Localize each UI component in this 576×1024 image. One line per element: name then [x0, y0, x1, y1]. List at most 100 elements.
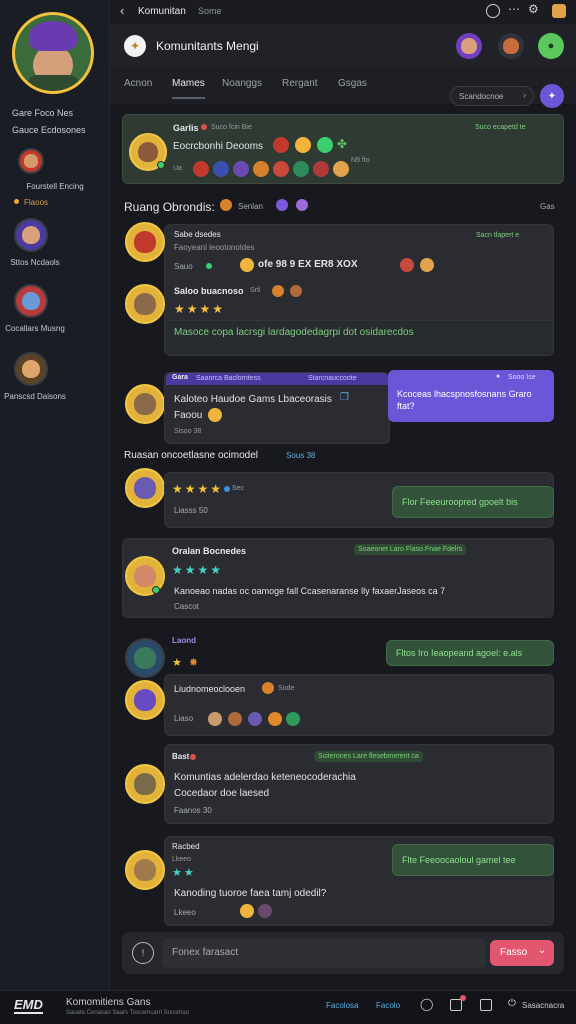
footer-right[interactable]: Sasacnacra — [522, 1001, 564, 1010]
tab-gsgas[interactable]: Gsgas — [338, 78, 367, 89]
bookmark-icon[interactable] — [480, 999, 492, 1011]
reaction-icon[interactable] — [213, 161, 229, 177]
sidebar-avatar-4[interactable] — [14, 352, 48, 386]
message-sub: Faoou — [174, 410, 203, 421]
clock-icon: ● — [496, 373, 501, 380]
send-button-label: Fasso — [500, 947, 528, 958]
reaction-icon[interactable] — [228, 712, 242, 726]
page-title: Komunitants Mengi — [156, 39, 259, 53]
sidebar-avatar-1[interactable] — [18, 148, 44, 174]
profile-avatar[interactable] — [12, 12, 94, 94]
send-button[interactable]: Fasso ⌄ — [490, 940, 554, 966]
sidebar-avatar-2[interactable] — [14, 218, 48, 252]
reaction-icon[interactable] — [233, 161, 249, 177]
header-avatar-2[interactable] — [498, 33, 524, 59]
message-tag: Soaeonet Laro Flaso Fnae Fdelrs — [354, 544, 467, 555]
reaction-icon[interactable] — [317, 137, 333, 153]
sidebar-tag-icon — [14, 199, 19, 204]
chevron-down-icon: ⌄ — [538, 945, 547, 956]
search-filter-button[interactable]: ✦ — [540, 84, 564, 108]
message-bubble-green[interactable]: Fltos Iro Ieaopeand agoel: e.als — [386, 640, 554, 666]
message-text: Komuntias adelerdao keteneocoderachia — [174, 772, 356, 783]
sidebar-item-label[interactable]: Cocallars Musng — [0, 324, 90, 333]
message-author: Laond — [172, 636, 196, 645]
sidebar-item-label[interactable]: Sttos Ncdaols — [0, 258, 90, 267]
reaction-icon[interactable] — [248, 712, 262, 726]
avatar — [125, 222, 165, 262]
message-meta: Lkeeo — [172, 856, 192, 863]
copy-icon[interactable]: ❐ — [340, 392, 349, 403]
header-avatar-1[interactable] — [456, 33, 482, 59]
footer-link[interactable]: Facolo — [376, 1001, 400, 1010]
sidebar-item-label[interactable]: Fourstell Encing — [0, 182, 110, 191]
section-icon — [276, 199, 288, 211]
topbar-subtitle: Some — [198, 6, 222, 16]
message-text: Kanoding tuoroe faea tamj odedil? — [174, 888, 327, 899]
tab-acnon[interactable]: Acnon — [124, 78, 152, 89]
reaction-icon[interactable] — [240, 258, 254, 272]
message-input[interactable]: Fonex farasact — [162, 938, 486, 968]
message-bubble-purple[interactable]: Sooo Ise ● Kcoceas lhacspnosfosnans Grar… — [388, 370, 554, 422]
message-sub: Cascot — [174, 602, 199, 611]
tab-rergant[interactable]: Rergant — [282, 78, 318, 89]
sidebar-item-label[interactable]: Flaoos — [24, 198, 48, 207]
reaction-icon[interactable] — [273, 161, 289, 177]
avatar — [125, 764, 165, 804]
message-bubble-green[interactable]: Flor Feeeuroopred gpoelt bis — [392, 486, 554, 518]
reaction-icon[interactable] — [208, 712, 222, 726]
reaction-icon[interactable] — [290, 285, 302, 297]
reaction-icon[interactable] — [193, 161, 209, 177]
reaction-icon[interactable] — [208, 408, 222, 422]
message-sub: Faanos 30 — [174, 806, 212, 815]
reaction-icon[interactable] — [286, 712, 300, 726]
search-input[interactable]: Scandocnoe — [459, 92, 503, 101]
tab-bar: Acnon Mames Noanggs Rergant Gsgas Scando… — [110, 68, 576, 108]
notification-badge — [460, 995, 466, 1001]
calendar-icon[interactable] — [450, 999, 462, 1011]
compass-icon[interactable] — [486, 4, 500, 18]
reaction-icon[interactable] — [272, 285, 284, 297]
message-author: Bast — [172, 752, 190, 761]
reaction-icon[interactable] — [268, 712, 282, 726]
pinned-message-card[interactable]: Garlis Suco fcin Bie Suco ecapetd te Eoc… — [122, 114, 564, 184]
power-icon[interactable]: ⏻ — [508, 998, 516, 1009]
reaction-icon[interactable] — [333, 161, 349, 177]
status-dot-icon — [190, 754, 196, 760]
header-action-icon[interactable]: ● — [538, 33, 564, 59]
reaction-icon[interactable] — [293, 161, 309, 177]
message-author: Racbed — [172, 842, 200, 851]
trophy-icon[interactable] — [552, 4, 566, 18]
reaction-icon[interactable] — [420, 258, 434, 272]
reaction-icon[interactable] — [253, 161, 269, 177]
section-title: Ruang Obrondis: — [124, 200, 215, 214]
reaction-icon[interactable] — [258, 904, 272, 918]
reaction-icon[interactable] — [313, 161, 329, 177]
reaction-icon[interactable] — [240, 904, 254, 918]
message-bubble-green[interactable]: Flte Feeoocaoloul gamel tee — [392, 844, 554, 876]
footer-link[interactable]: Facolosa — [326, 1001, 358, 1010]
tab-mames[interactable]: Mames — [172, 78, 205, 99]
reaction-icon[interactable] — [295, 137, 311, 153]
reaction-icon[interactable] — [400, 258, 414, 272]
emoji-icon[interactable]: ! — [132, 942, 154, 964]
status-dot-icon — [206, 263, 212, 269]
chat-icon[interactable]: ◯ — [420, 997, 433, 1011]
message-input-placeholder: Fonex farasact — [172, 947, 239, 958]
avatar — [125, 284, 165, 324]
leaf-icon: ✤ — [337, 137, 348, 151]
search-box[interactable]: Scandocnoe › — [450, 86, 534, 106]
sidebar-avatar-3[interactable] — [14, 284, 48, 318]
rating-stars: ★★★★ — [174, 302, 226, 316]
reaction-icon[interactable] — [273, 137, 289, 153]
rating-stars: ★★ — [172, 867, 196, 879]
sidebar-item-label[interactable]: Panscsd Daisons — [0, 392, 90, 401]
more-icon[interactable]: ⋯ — [508, 2, 520, 16]
status-dot-icon — [224, 486, 230, 492]
back-icon[interactable]: ‹ — [120, 3, 124, 18]
tab-noanggs[interactable]: Noanggs — [222, 78, 262, 89]
sidebar-subtitle: Gauce Ecdosones — [12, 125, 86, 135]
message-sub: Sauo — [174, 262, 193, 271]
settings-icon[interactable]: ⚙ — [528, 2, 539, 16]
reaction-icon[interactable] — [262, 682, 274, 694]
footer-subtitle: Sauate Cenasan Saars Toxcemcarrl Sonstri… — [66, 1010, 189, 1016]
